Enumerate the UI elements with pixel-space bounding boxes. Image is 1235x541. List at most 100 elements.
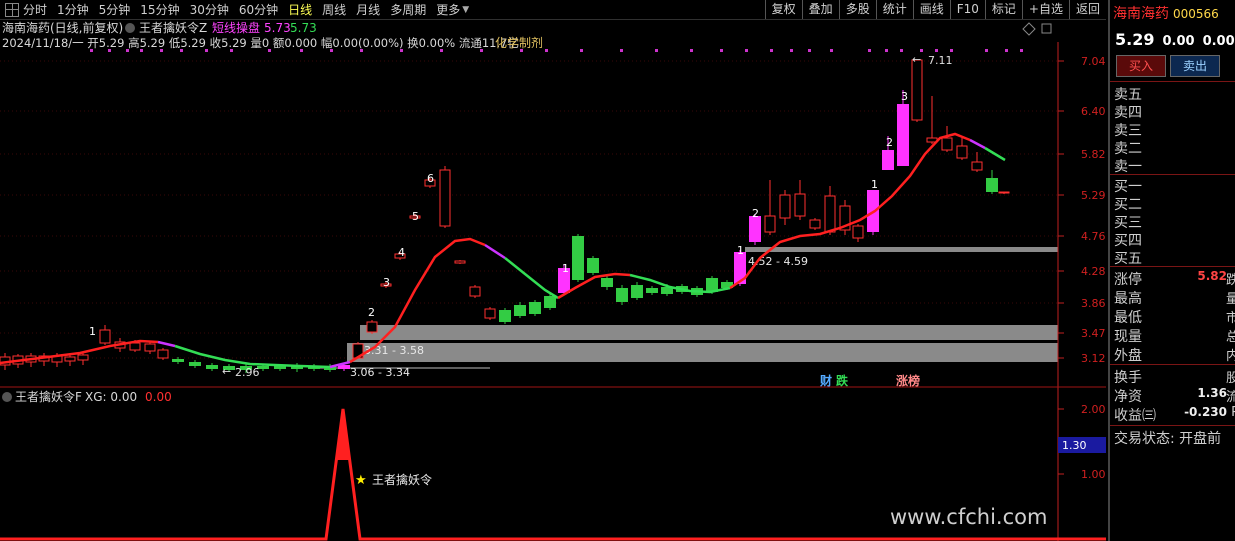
kline-chart[interactable]: 海南海药(日线,前复权) 王者擒妖令Z 短线操盘 5.73 5.73 2024/…: [0, 20, 1106, 541]
low-row: 最低 市: [1114, 307, 1235, 325]
net-asset-tail: 流: [1225, 390, 1235, 404]
signal-dot: [808, 49, 811, 52]
overlay-button[interactable]: 叠加: [801, 0, 839, 19]
count-label: 1: [737, 244, 744, 257]
surge-tag[interactable]: 涨榜: [896, 373, 920, 388]
count-label: 2: [752, 207, 759, 220]
signal-dot: [620, 49, 623, 52]
watermark: www.cfchi.com: [890, 505, 1048, 529]
bid-level-5: 买五: [1114, 251, 1142, 267]
period-1min[interactable]: 1分钟: [57, 1, 89, 18]
candle: [499, 308, 511, 324]
layout-grid-icon[interactable]: [5, 2, 19, 17]
stock-title: 海南海药(日线,前复权): [2, 20, 123, 35]
buy-button[interactable]: 买入: [1116, 55, 1166, 77]
sell-button[interactable]: 卖出: [1170, 55, 1220, 77]
back-button[interactable]: 返回: [1068, 0, 1106, 19]
eps-label: 收益㈢: [1114, 408, 1156, 423]
candle: [514, 302, 526, 318]
candle: [439, 166, 451, 228]
period-60min[interactable]: 60分钟: [239, 1, 278, 18]
count-label: 4: [398, 246, 405, 259]
bid-level-2: 买二: [1114, 197, 1142, 213]
indicator-name: 王者擒妖令Z: [139, 20, 207, 35]
zone-label-lower: 3.06 - 3.34: [350, 366, 410, 379]
candle: [824, 186, 836, 235]
candle: [764, 180, 776, 235]
star-icon: ★: [355, 473, 367, 488]
candle: [454, 260, 466, 264]
stats-button[interactable]: 统计: [875, 0, 913, 19]
f10-button[interactable]: F10: [949, 0, 985, 19]
axis-label: 4.28: [1081, 265, 1106, 278]
signal-dot: [400, 49, 403, 52]
support-zones: 4.52 - 4.59 3.31 - 3.58 3.06 - 3.34: [320, 247, 1058, 379]
candle-body: [616, 288, 628, 302]
axis-label: 7.04: [1081, 55, 1106, 68]
count-label: 5: [412, 210, 419, 223]
now-volume-row: 现量 总: [1114, 326, 1235, 344]
period-daily[interactable]: 日线: [288, 1, 312, 18]
candle: [809, 218, 821, 230]
mark-button[interactable]: 标记: [984, 0, 1022, 19]
period-5min[interactable]: 5分钟: [99, 1, 131, 18]
signal-dot: [360, 49, 363, 52]
quote-header: 海南海药 000566: [1113, 3, 1219, 23]
candle: [852, 224, 864, 242]
candle-body: [971, 161, 983, 171]
zone-bar-upper: [745, 247, 1058, 252]
period-monthly[interactable]: 月线: [356, 1, 380, 18]
adjust-button[interactable]: 复权: [764, 0, 802, 19]
ask-level-2: 卖二: [1114, 141, 1142, 157]
zone-bar-lower: [347, 343, 1058, 362]
chevron-down-icon[interactable]: ▼: [462, 5, 469, 15]
price-change: 0.00: [1162, 34, 1195, 49]
signal-dot: [160, 49, 163, 52]
signal-dot: [720, 49, 723, 52]
axis-label: 3.47: [1081, 327, 1106, 340]
signal-dot: [868, 49, 871, 52]
price-change-pct: 0.00%: [1202, 34, 1235, 49]
fall-tag[interactable]: 跌: [836, 373, 849, 388]
candle: [529, 300, 541, 316]
candle: [911, 59, 923, 122]
signal-dot: [268, 49, 271, 52]
maximize-icon[interactable]: [1041, 23, 1052, 34]
period-15min[interactable]: 15分钟: [140, 1, 179, 18]
multi-stock-button[interactable]: 多股: [838, 0, 876, 19]
ma-segment: [484, 243, 506, 260]
settings-icon[interactable]: [125, 23, 135, 33]
draw-line-button[interactable]: 画线: [912, 0, 950, 19]
period-multi[interactable]: 多周期: [390, 1, 426, 18]
sub-xg-value: 0.00: [145, 390, 172, 404]
add-favorite-button[interactable]: +自选: [1021, 0, 1069, 19]
period-30min[interactable]: 30分钟: [190, 1, 229, 18]
bid-level-3: 买三: [1114, 215, 1142, 231]
period-more[interactable]: 更多: [436, 1, 460, 18]
candle: [366, 320, 378, 334]
finance-tag[interactable]: 财: [819, 373, 832, 388]
period-intraday[interactable]: 分时: [23, 1, 47, 18]
candle: [484, 307, 496, 320]
candle: [956, 138, 968, 160]
candle: [998, 191, 1010, 194]
candle: [986, 170, 998, 194]
eps-row: 收益㈢ -0.230 P: [1114, 405, 1235, 423]
signal-dot: [230, 49, 233, 52]
signal-dot: [985, 49, 988, 52]
signal-dot: [300, 49, 303, 52]
count-label: 3: [901, 90, 908, 103]
sub-settings-icon[interactable]: [2, 392, 12, 402]
candle-body: [529, 302, 541, 314]
period-weekly[interactable]: 周线: [322, 1, 346, 18]
stock-name: 海南海药: [1113, 6, 1169, 22]
sub-cursor-value: 1.30: [1062, 439, 1087, 452]
high-label: 最高: [1114, 291, 1142, 306]
candle-body: [601, 278, 613, 287]
trade-status: 交易状态: 开盘前: [1114, 431, 1222, 447]
limit-up-row: 涨停 5.82 跌: [1114, 269, 1235, 287]
diamond-icon[interactable]: [1022, 22, 1036, 36]
candle-body: [99, 329, 111, 344]
signal-name: 短线操盘: [212, 20, 260, 35]
signal-dot: [480, 49, 483, 52]
